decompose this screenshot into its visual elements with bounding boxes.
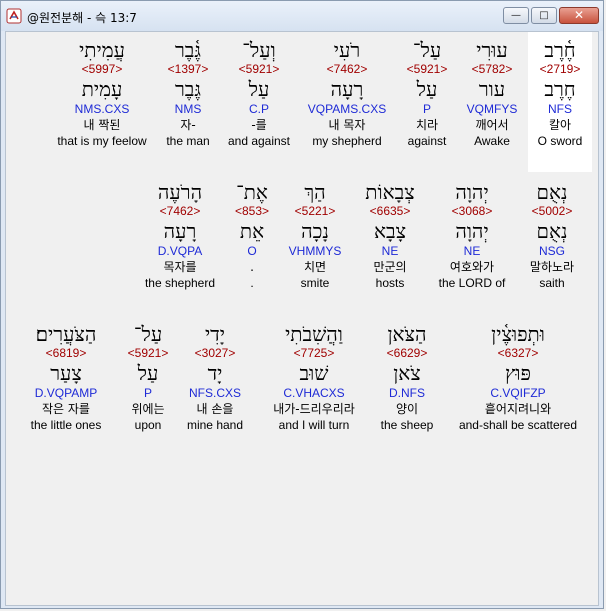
morphology-code: D.VQPA [157,244,203,258]
word-cell[interactable]: עֲמִיתִי <5997> עָמִית NMS.CXS 내 짝된 that… [52,38,152,149]
english-gloss: that is my feelow [57,134,147,148]
title-bar[interactable]: @원전분해 - 슥 13:7 — □ ✕ [1,1,603,31]
strong-number[interactable]: <7725> [254,346,374,361]
hebrew-word: רֹעִי [333,38,361,62]
window-controls: — □ ✕ [503,7,599,24]
lemma: שׁוּב [299,361,329,385]
word-cell[interactable]: וּתְפוּצֶ֫ין <6327> פּוּץ C.VQIFZP 흩어지려니… [448,322,588,433]
english-gloss: the man [166,134,210,148]
korean-gloss: 내 목자 [328,118,366,132]
word-cell[interactable]: וַהֲשִׁבֹתִי <7725> שׁוּב C.VHACXS 내가-드리… [254,322,374,433]
close-button[interactable]: ✕ [559,7,599,24]
word-cell[interactable]: הַצֹּעֲרִים׃ <6819> צָעַר D.VQPAMP 작은 자를… [11,322,121,433]
hebrew-word: הַצֹּעֲרִים׃ [35,322,97,346]
english-gloss: the little ones [30,418,102,432]
strong-number[interactable]: <6819> [11,346,121,361]
lemma: רָעָה [163,219,197,243]
minimize-icon: — [511,10,521,21]
strong-number[interactable]: <5997> [52,62,152,77]
morphology-code: NMS.CXS [74,102,130,116]
korean-gloss: 내가-드리우리라 [273,402,355,416]
lemma: רָעָה [330,77,364,101]
lemma: צָעַר [50,361,82,385]
strong-number[interactable]: <6327> [448,346,588,361]
morphology-code: VQPAMS.CXS [307,102,387,116]
lemma: גֶּבֶר [174,77,202,101]
korean-gloss: 흩어지려니와 [484,402,552,416]
korean-gloss: 작은 자를 [42,402,90,416]
korean-gloss: 목자를 [163,260,197,274]
hebrew-word: וַהֲשִׁבֹתִי [285,322,343,346]
lemma: עָמִית [81,77,123,101]
morphology-code: D.VQPAMP [34,386,98,400]
window-title: @원전분해 - 슥 13:7 [27,11,137,25]
strong-number[interactable]: <1397> [138,62,238,77]
english-gloss: and I will turn [278,418,350,432]
english-gloss: the shepherd [144,276,216,290]
lemma: פּוּץ [504,361,531,385]
korean-gloss: 자- [180,118,196,132]
english-gloss: my shepherd [312,134,382,148]
hebrew-word: וּתְפוּצֶ֫ין [491,322,545,346]
korean-gloss: 내 짝된 [83,118,121,132]
hebrew-word: עֲמִיתִי [79,38,125,62]
word-cell[interactable]: רֹעִי <7462> רָעָה VQPAMS.CXS 내 목자 my sh… [297,38,397,149]
interlinear-panel[interactable]: חֶ֫רֶב <2719> חֶרֶב NFS 칼아 O sword עוּרִ… [5,31,599,606]
maximize-icon: □ [539,10,549,21]
morphology-code: C.VHACXS [283,386,345,400]
maximize-button[interactable]: □ [531,7,557,24]
strong-number[interactable]: <7462> [297,62,397,77]
morphology-code: NMS [174,102,202,116]
app-icon [6,8,22,24]
app-window: @원전분해 - 슥 13:7 — □ ✕ חֶ֫רֶב <2719> חֶרֶב… [0,0,604,609]
hebrew-word: גֶּ֫בֶר [174,38,202,62]
word-cell[interactable]: הָרֹעֶה <7462> רָעָה D.VQPA 목자를 the shep… [130,180,230,291]
english-gloss: and-shall be scattered [458,418,578,432]
strong-number[interactable]: <7462> [130,204,230,219]
close-icon: ✕ [573,8,585,22]
morphology-code: C.VQIFZP [490,386,546,400]
word-cell[interactable]: גֶּ֫בֶר <1397> גֶּבֶר NMS 자- the man [138,38,238,149]
minimize-button[interactable]: — [503,7,529,24]
hebrew-word: הָרֹעֶה [157,180,203,204]
